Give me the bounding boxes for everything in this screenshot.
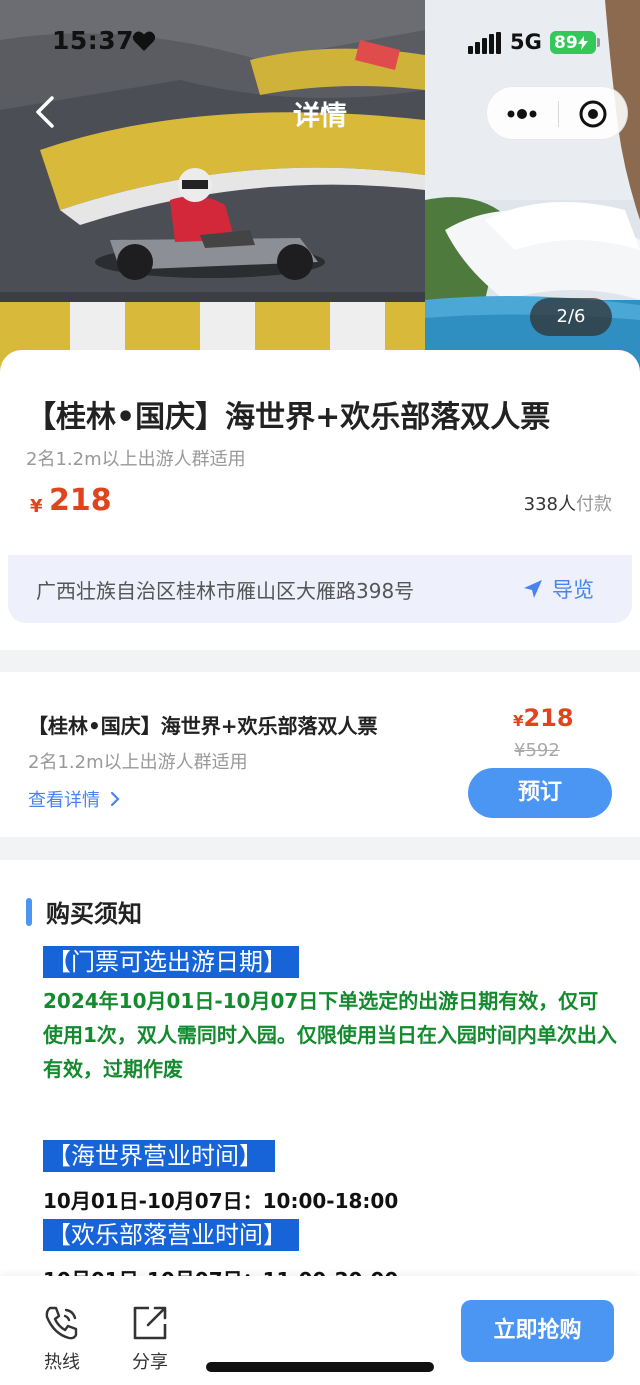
date-description: 2024年10月01日-10月07日下单选定的出游日期有效，仅可使用1次，双人需… [43, 989, 617, 1081]
address-text: 广西壮族自治区桂林市雁山区大雁路398号 [36, 579, 415, 603]
hotline-label: 热线 [44, 1352, 80, 1373]
share-label: 分享 [132, 1352, 168, 1373]
price-currency: ¥ [30, 496, 43, 517]
ticket-original-price: ¥592 [514, 740, 560, 761]
chevron-right-icon [110, 791, 120, 807]
home-indicator [206, 1362, 434, 1372]
close-miniapp-icon[interactable] [559, 87, 629, 141]
book-button[interactable]: 预订 [468, 768, 612, 818]
sea-world-hours: 10月01日-10月07日：10:00-18:00 [43, 1189, 399, 1213]
bottom-action-bar: 热线 分享 立即抢购 [0, 1276, 640, 1385]
purchase-notice-card: 购买须知 【门票可选出游日期】 2024年10月01日-10月07日下单选定的出… [0, 860, 640, 1280]
ticket-price-currency: ¥ [513, 712, 524, 730]
hotline-button[interactable]: 热线 [32, 1302, 92, 1374]
back-arrow-icon[interactable] [24, 88, 68, 136]
product-title: 【桂林•国庆】海世界+欢乐部落双人票 [26, 400, 551, 435]
date-tag: 【门票可选出游日期】 [43, 946, 299, 978]
battery-indicator: 89 [550, 31, 596, 54]
location-arrow-icon [524, 580, 542, 598]
miniapp-capsule [486, 86, 628, 140]
paid-count: 338人付款 [524, 490, 612, 516]
navigation-link[interactable]: 导览 [522, 571, 594, 607]
heart-icon [132, 31, 156, 51]
battery-cap [597, 38, 600, 47]
signal-icon [468, 32, 501, 54]
battery-level: 89 [554, 32, 578, 53]
paid-count-suffix: 付款 [576, 494, 612, 515]
heading-accent-bar [26, 897, 32, 926]
product-card: 【桂林•国庆】海世界+欢乐部落双人票 2名1.2m以上出游人群适用 ¥ 218 … [0, 350, 640, 555]
notice-heading-text: 购买须知 [46, 900, 142, 928]
status-time: 15:37 [52, 26, 135, 55]
more-dots-icon[interactable] [487, 87, 558, 141]
product-subtitle: 2名1.2m以上出游人群适用 [26, 449, 246, 470]
ticket-price-value: 218 [523, 704, 574, 732]
ticket-name: 【桂林•国庆】海世界+欢乐部落双人票 [28, 714, 378, 738]
navigation-label: 导览 [552, 578, 594, 602]
sea-world-hours-tag: 【海世界营业时间】 [43, 1140, 275, 1172]
notice-heading: 购买须知 [26, 894, 142, 929]
network-type: 5G [510, 30, 542, 54]
view-details-link[interactable]: 查看详情 [28, 786, 120, 812]
ticket-price: ¥218 [513, 704, 574, 732]
ticket-card: 【桂林•国庆】海世界+欢乐部落双人票 2名1.2m以上出游人群适用 查看详情 ¥… [0, 672, 640, 837]
charging-bolt-icon [577, 35, 588, 50]
image-gallery[interactable]: 15:37 5G 89 详情 2/6 [0, 0, 640, 375]
product-price: 218 [49, 483, 112, 518]
gallery-page-indicator: 2/6 [530, 298, 612, 336]
ticket-subtitle: 2名1.2m以上出游人群适用 [28, 752, 248, 773]
paid-count-number: 338人 [523, 494, 576, 515]
buy-now-button[interactable]: 立即抢购 [461, 1300, 614, 1362]
happy-tribe-hours-tag: 【欢乐部落营业时间】 [43, 1219, 299, 1251]
share-button[interactable]: 分享 [120, 1302, 180, 1374]
share-icon [133, 1306, 167, 1340]
phone-icon [45, 1306, 78, 1340]
address-bar[interactable]: 广西壮族自治区桂林市雁山区大雁路398号 导览 [8, 555, 632, 623]
view-details-label: 查看详情 [28, 790, 100, 811]
status-bar: 15:37 5G 89 [0, 0, 640, 88]
